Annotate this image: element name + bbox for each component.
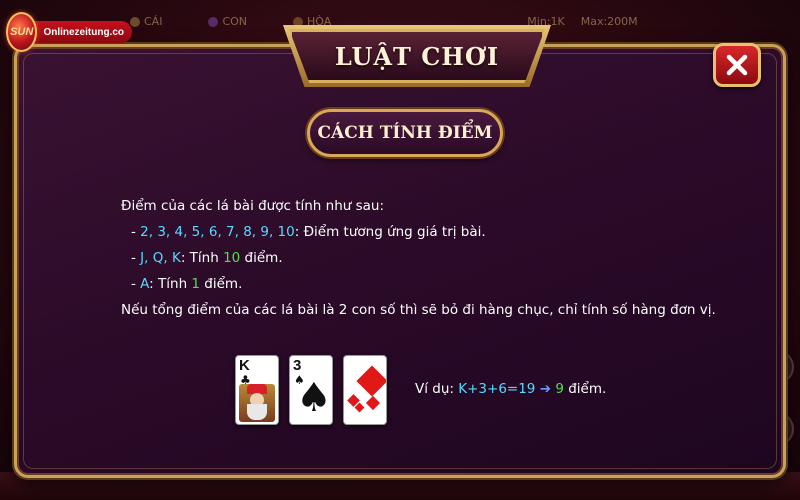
bet-con: CON	[208, 15, 247, 28]
bet-cai: CÁI	[130, 15, 162, 28]
sun-logo-icon: SUN	[6, 12, 38, 52]
card-king-clubs: K ♣	[235, 355, 279, 425]
section-scoring-button[interactable]: CÁCH TÍNH ĐIỂM	[307, 109, 503, 157]
example-result: 9	[555, 381, 564, 397]
rule-face-values: J, Q, K	[140, 250, 181, 266]
example-calculation: Ví dụ: K+3+6=19 ➔ 9 điểm.	[415, 381, 607, 397]
diamond-large-icon	[356, 365, 386, 397]
dialog-title: LUẬT CHƠI	[334, 41, 500, 71]
title-plate: LUẬT CHƠI	[289, 29, 545, 83]
rule-face-points: 10	[223, 250, 241, 266]
rule-number-cards: - 2, 3, 4, 5, 6, 7, 8, 9, 10: Điểm tương…	[131, 224, 486, 240]
rules-dialog: LUẬT CHƠI CÁCH TÍNH ĐIỂM Điểm của các lá…	[14, 25, 786, 478]
rules-intro: Điểm của các lá bài được tính như sau:	[121, 198, 385, 214]
card-rank: 3	[293, 357, 302, 374]
rule-ace: - A: Tính 1 điểm.	[131, 276, 243, 292]
max-bet-label: Max:200M	[580, 14, 638, 28]
spade-large-icon: ♠	[296, 375, 332, 421]
king-portrait-icon	[239, 384, 275, 422]
site-logo: SUN Onlinezeitung.co	[6, 12, 132, 52]
close-icon	[726, 54, 748, 76]
example-cards: K ♣ 3 ♠ ♠	[235, 355, 387, 425]
scoring-rules-text: Điểm của các lá bài được tính như sau: -…	[121, 193, 721, 323]
example-expression: K+3+6=19	[458, 381, 536, 397]
card-three-spades: 3 ♠ ♠	[289, 355, 333, 425]
card-rank: K	[239, 357, 250, 374]
rule-number-values: 2, 3, 4, 5, 6, 7, 8, 9, 10	[140, 224, 295, 240]
diamond-icon	[354, 402, 365, 413]
rule-face-cards: - J, Q, K: Tính 10 điểm.	[131, 250, 283, 266]
site-name: Onlinezeitung.co	[29, 21, 132, 43]
rule-ace-points: 1	[191, 276, 201, 292]
close-button[interactable]	[713, 43, 761, 87]
section-scoring-label: CÁCH TÍNH ĐIỂM	[317, 123, 493, 143]
arrow-right-icon: ➔	[535, 381, 556, 397]
diamond-icon	[365, 395, 381, 411]
card-six-diamonds	[343, 355, 387, 425]
rule-ace-value: A	[140, 276, 150, 292]
rules-footer: Nếu tổng điểm của các lá bài là 2 con số…	[121, 302, 716, 318]
